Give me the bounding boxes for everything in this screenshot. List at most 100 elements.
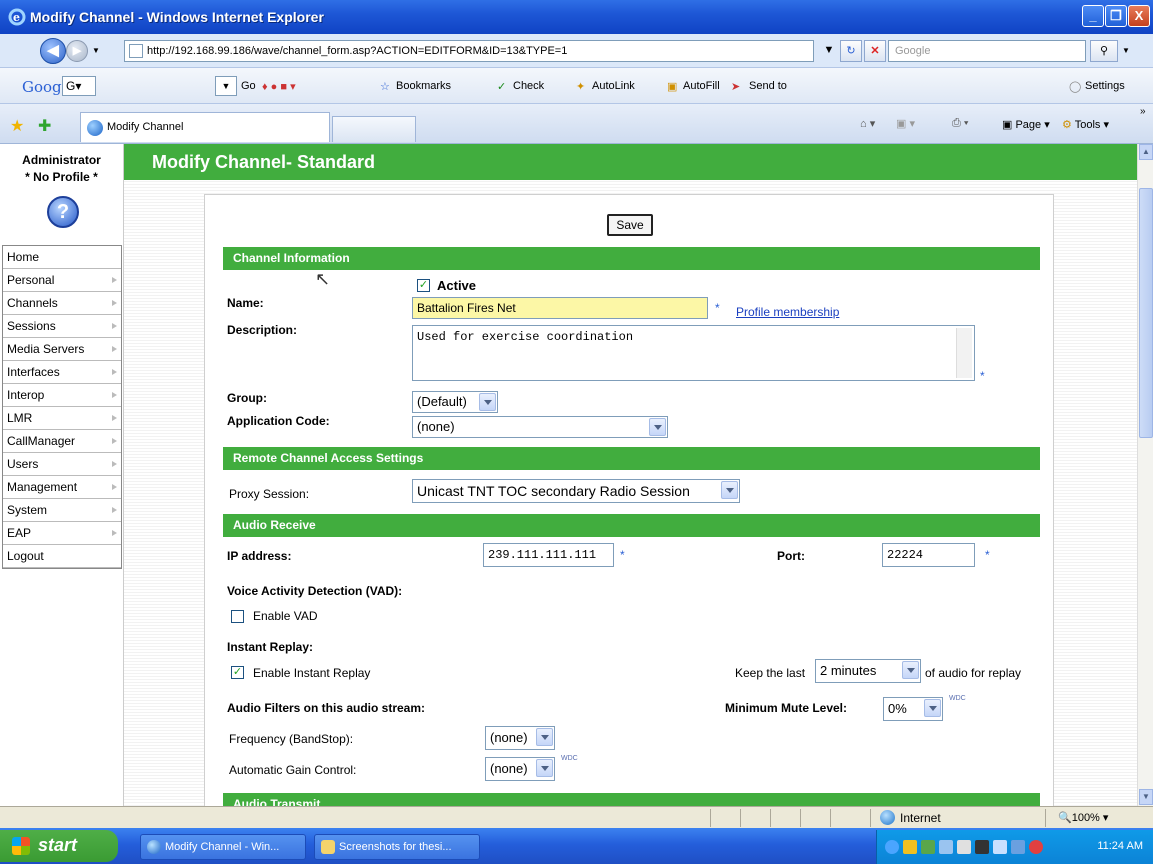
windows-logo-icon bbox=[12, 837, 30, 855]
toolbar-icons[interactable]: ♦ ● ■ ▾ bbox=[262, 80, 296, 93]
print-icon[interactable]: ⎙ ▾ bbox=[952, 117, 968, 130]
sidebar-item-logout[interactable]: Logout bbox=[3, 545, 121, 568]
tray-network-icon[interactable] bbox=[921, 840, 935, 854]
tray-security-icon[interactable] bbox=[1029, 840, 1043, 854]
taskbar-item-folder[interactable]: Screenshots for thesi... bbox=[314, 834, 480, 860]
textarea-scrollbar[interactable] bbox=[956, 328, 972, 378]
go-button[interactable]: Go bbox=[241, 80, 256, 92]
minimize-button[interactable]: _ bbox=[1082, 5, 1104, 27]
ie-page-icon bbox=[87, 120, 103, 136]
help-icon[interactable]: ? bbox=[47, 196, 79, 228]
sidebar-item-label: Sessions bbox=[7, 319, 56, 333]
section-remote-channel-access: Remote Channel Access Settings bbox=[223, 447, 1040, 470]
frequency-bandstop-select[interactable]: (none) bbox=[485, 726, 555, 750]
profile-membership-link[interactable]: Profile membership bbox=[736, 305, 839, 319]
submenu-arrow-icon bbox=[112, 507, 117, 513]
sidebar-item-management[interactable]: Management bbox=[3, 476, 121, 499]
home-icon[interactable]: ⌂ ▾ bbox=[860, 117, 875, 130]
application-code-select[interactable]: (none) bbox=[412, 416, 668, 438]
new-tab-button[interactable] bbox=[332, 116, 416, 142]
search-icon[interactable]: ⚲ bbox=[1090, 40, 1118, 62]
enable-vad-checkbox[interactable] bbox=[231, 610, 244, 623]
favorites-star-icon[interactable]: ★ bbox=[10, 116, 24, 136]
add-favorites-icon[interactable]: ✚ bbox=[38, 116, 51, 136]
active-checkbox[interactable]: ✓ bbox=[417, 279, 430, 292]
tray-app-icon[interactable] bbox=[1011, 840, 1025, 854]
start-button[interactable]: start bbox=[0, 830, 118, 862]
sidebar-item-users[interactable]: Users bbox=[3, 453, 121, 476]
tray-expand-icon[interactable] bbox=[885, 840, 899, 854]
bookmarks-star-icon: ☆ bbox=[380, 81, 390, 93]
google-search-box[interactable]: G▾ bbox=[62, 76, 96, 96]
history-dropdown-icon[interactable]: ▼ bbox=[92, 46, 100, 55]
scroll-down-icon[interactable]: ▼ bbox=[1139, 789, 1153, 805]
taskbar-item-browser[interactable]: Modify Channel - Win... bbox=[140, 834, 306, 860]
check-button[interactable]: Check bbox=[513, 80, 544, 92]
ip-address-input[interactable]: 239.111.111.111 bbox=[483, 543, 614, 567]
url-text: http://192.168.99.186/wave/channel_form.… bbox=[147, 45, 568, 57]
stop-button[interactable]: ✕ bbox=[864, 40, 886, 62]
search-input[interactable]: Google bbox=[888, 40, 1086, 62]
automatic-gain-control-select[interactable]: (none) bbox=[485, 757, 555, 781]
back-button[interactable]: ◀ bbox=[40, 38, 66, 64]
sidebar-item-callmanager[interactable]: CallManager bbox=[3, 430, 121, 453]
send-to-button[interactable]: Send to bbox=[749, 80, 787, 92]
close-button[interactable]: X bbox=[1128, 5, 1150, 27]
required-marker: * bbox=[985, 548, 990, 562]
sidebar-item-interop[interactable]: Interop bbox=[3, 384, 121, 407]
scroll-up-icon[interactable]: ▲ bbox=[1139, 144, 1153, 160]
autolink-button[interactable]: AutoLink bbox=[592, 80, 635, 92]
sidebar-item-home[interactable]: Home bbox=[3, 246, 121, 269]
mouse-cursor-icon: ↖ bbox=[315, 269, 331, 289]
maximize-button[interactable]: ❐ bbox=[1105, 5, 1127, 27]
submenu-arrow-icon bbox=[112, 300, 117, 306]
status-cell bbox=[770, 809, 800, 827]
google-search-dropdown[interactable]: ▼ bbox=[215, 76, 237, 96]
zoom-level[interactable]: 🔍100% ▾ bbox=[1058, 811, 1108, 824]
description-text: Used for exercise coordination bbox=[417, 330, 634, 344]
proxy-session-select[interactable]: Unicast TNT TOC secondary Radio Session bbox=[412, 479, 740, 503]
page-scrollbar[interactable]: ▲ ▼ bbox=[1137, 144, 1153, 806]
sidebar-item-interfaces[interactable]: Interfaces bbox=[3, 361, 121, 384]
name-input[interactable]: Battalion Fires Net bbox=[412, 297, 708, 319]
save-button[interactable]: Save bbox=[607, 214, 653, 236]
tray-app-icon[interactable] bbox=[903, 840, 917, 854]
submenu-arrow-icon bbox=[112, 484, 117, 490]
feeds-icon[interactable]: ▣ ▾ bbox=[896, 117, 915, 130]
window-title-bar[interactable]: e Modify Channel - Windows Internet Expl… bbox=[0, 0, 1153, 34]
sidebar-item-sessions[interactable]: Sessions bbox=[3, 315, 121, 338]
minimum-mute-level-select[interactable]: 0% bbox=[883, 697, 943, 721]
tray-app-icon[interactable] bbox=[975, 840, 989, 854]
refresh-button[interactable]: ↻ bbox=[840, 40, 862, 62]
enable-instant-replay-checkbox[interactable]: ✓ bbox=[231, 666, 244, 679]
group-select[interactable]: (Default) bbox=[412, 391, 498, 413]
chevron-down-icon bbox=[649, 418, 666, 436]
submenu-arrow-icon bbox=[112, 323, 117, 329]
tools-menu[interactable]: ⚙ Tools ▾ bbox=[1062, 118, 1109, 131]
url-dropdown-icon[interactable]: ▼ bbox=[820, 40, 838, 62]
sidebar-item-system[interactable]: System bbox=[3, 499, 121, 522]
bookmarks-button[interactable]: Bookmarks bbox=[396, 80, 451, 92]
replay-duration-select[interactable]: 2 minutes bbox=[815, 659, 921, 683]
sidebar-item-eap[interactable]: EAP bbox=[3, 522, 121, 545]
description-textarea[interactable]: Used for exercise coordination bbox=[412, 325, 975, 381]
chevron-more-icon[interactable]: » bbox=[1140, 106, 1146, 117]
search-options-icon[interactable]: ▼ bbox=[1122, 46, 1130, 55]
frequency-value: (none) bbox=[490, 730, 528, 745]
sidebar-item-personal[interactable]: Personal bbox=[3, 269, 121, 292]
forward-button[interactable]: ▶ bbox=[66, 40, 88, 62]
tray-app-icon[interactable] bbox=[939, 840, 953, 854]
sidebar-item-media-servers[interactable]: Media Servers bbox=[3, 338, 121, 361]
tray-volume-icon[interactable] bbox=[957, 840, 971, 854]
autofill-button[interactable]: AutoFill bbox=[683, 80, 720, 92]
sidebar-item-lmr[interactable]: LMR bbox=[3, 407, 121, 430]
url-input[interactable]: http://192.168.99.186/wave/channel_form.… bbox=[124, 40, 814, 62]
tray-app-icon[interactable] bbox=[993, 840, 1007, 854]
page-menu[interactable]: ▣ Page ▾ bbox=[1002, 118, 1050, 131]
required-marker: * bbox=[980, 369, 985, 383]
tab-modify-channel[interactable]: Modify Channel bbox=[80, 112, 330, 142]
scrollbar-thumb[interactable] bbox=[1139, 188, 1153, 438]
port-input[interactable]: 22224 bbox=[882, 543, 975, 567]
sidebar-item-channels[interactable]: Channels bbox=[3, 292, 121, 315]
settings-button[interactable]: Settings bbox=[1085, 80, 1125, 92]
